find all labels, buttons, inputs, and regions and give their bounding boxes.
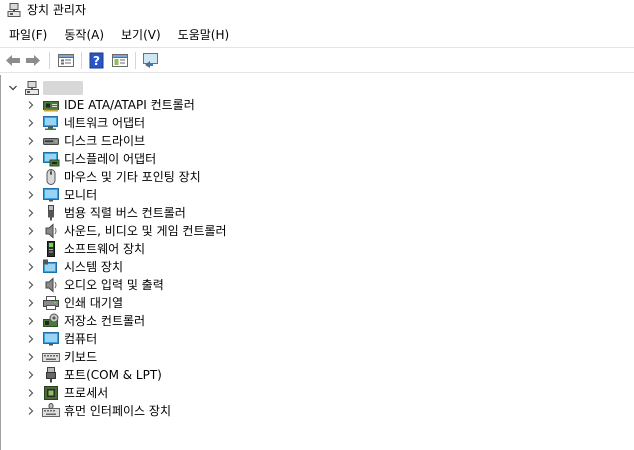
svg-text:?: ? [93,54,100,68]
menu-help[interactable]: 도움말(H) [168,25,237,45]
system-device-icon [42,259,60,275]
device-tree-pane: IDE ATA/ATAPI 컨트롤러 네트워크 어댑터 디스크 드라이브 디스플… [0,75,634,450]
tree-item-network-adapter[interactable]: 네트워크 어댑터 [1,114,634,132]
tree-item-usb-controller[interactable]: 범용 직렬 버스 컨트롤러 [1,204,634,222]
chevron-right-icon[interactable] [25,207,37,219]
mouse-icon [42,169,60,185]
forward-arrow-icon[interactable] [24,52,42,69]
storage-controller-icon [42,313,60,329]
chevron-down-icon[interactable] [7,82,19,94]
chevron-right-icon[interactable] [25,261,37,273]
usb-icon [42,205,60,221]
help-icon[interactable]: ? [88,52,106,69]
toolbar: ? [0,47,634,73]
tree-item-computer[interactable]: 컴퓨터 [1,330,634,348]
view-icon[interactable] [111,52,129,69]
chevron-right-icon[interactable] [25,297,37,309]
chevron-right-icon[interactable] [25,333,37,345]
chevron-right-icon[interactable] [25,279,37,291]
chevron-right-icon[interactable] [25,189,37,201]
tree-item-human-interface-device[interactable]: 휴먼 인터페이스 장치 [1,402,634,420]
computer-icon [42,331,60,347]
chevron-right-icon[interactable] [25,243,37,255]
computer-name-redacted [43,81,83,95]
chevron-right-icon[interactable] [25,171,37,183]
tree-item-software-device[interactable]: 소프트웨어 장치 [1,240,634,258]
device-manager-window: 장치 관리자 파일(F) 동작(A) 보기(V) 도움말(H) ? IDE AT… [0,0,634,450]
port-icon [42,367,60,383]
chevron-right-icon[interactable] [25,135,37,147]
tree-item-print-queue[interactable]: 인쇄 대기열 [1,294,634,312]
audio-io-icon [42,277,60,293]
network-adapter-icon [42,115,60,131]
scan-hardware-icon[interactable] [142,52,160,69]
chevron-right-icon[interactable] [25,315,37,327]
chevron-right-icon[interactable] [25,99,37,111]
menu-file[interactable]: 파일(F) [0,25,54,45]
toolbar-separator [81,52,82,69]
device-category-list: IDE ATA/ATAPI 컨트롤러 네트워크 어댑터 디스크 드라이브 디스플… [1,96,634,420]
printer-icon [42,295,60,311]
tree-item-display-adapter[interactable]: 디스플레이 어댑터 [1,150,634,168]
software-device-icon [42,241,60,257]
tree-root[interactable] [1,79,634,97]
tree-item-disk-drive[interactable]: 디스크 드라이브 [1,132,634,150]
chevron-right-icon[interactable] [25,225,37,237]
tree-item-audio-io[interactable]: 오디오 입력 및 출력 [1,276,634,294]
ide-controller-icon [42,97,60,113]
properties-icon[interactable] [57,52,75,69]
device-manager-icon [7,3,21,17]
chevron-right-icon[interactable] [25,369,37,381]
menu-action[interactable]: 동작(A) [54,25,111,45]
processor-icon [42,385,60,401]
tree-item-ports[interactable]: 포트(COM & LPT) [1,366,634,384]
chevron-right-icon[interactable] [25,117,37,129]
chevron-right-icon[interactable] [25,351,37,363]
back-arrow-icon[interactable] [4,52,22,69]
toolbar-separator [135,52,136,69]
keyboard-icon [42,349,60,365]
disk-drive-icon [42,133,60,149]
tree-item-processor[interactable]: 프로세서 [1,384,634,402]
hid-icon [42,403,60,419]
computer-root-icon [24,80,40,96]
menu-bar: 파일(F) 동작(A) 보기(V) 도움말(H) [0,24,634,46]
title-bar: 장치 관리자 [0,0,634,22]
tree-item-mouse[interactable]: 마우스 및 기타 포인팅 장치 [1,168,634,186]
display-adapter-icon [42,151,60,167]
tree-item-storage-controller[interactable]: 저장소 컨트롤러 [1,312,634,330]
menu-view[interactable]: 보기(V) [111,25,168,45]
toolbar-separator [49,52,50,69]
speaker-icon [42,223,60,239]
window-title: 장치 관리자 [27,3,87,17]
tree-item-keyboard[interactable]: 키보드 [1,348,634,366]
tree-item-system-device[interactable]: 시스템 장치 [1,258,634,276]
tree-item-monitor[interactable]: 모니터 [1,186,634,204]
tree-item-sound-video-game[interactable]: 사운드, 비디오 및 게임 컨트롤러 [1,222,634,240]
chevron-right-icon[interactable] [25,153,37,165]
tree-item-ide-controller[interactable]: IDE ATA/ATAPI 컨트롤러 [1,96,634,114]
chevron-right-icon[interactable] [25,405,37,417]
monitor-icon [42,187,60,203]
chevron-right-icon[interactable] [25,387,37,399]
